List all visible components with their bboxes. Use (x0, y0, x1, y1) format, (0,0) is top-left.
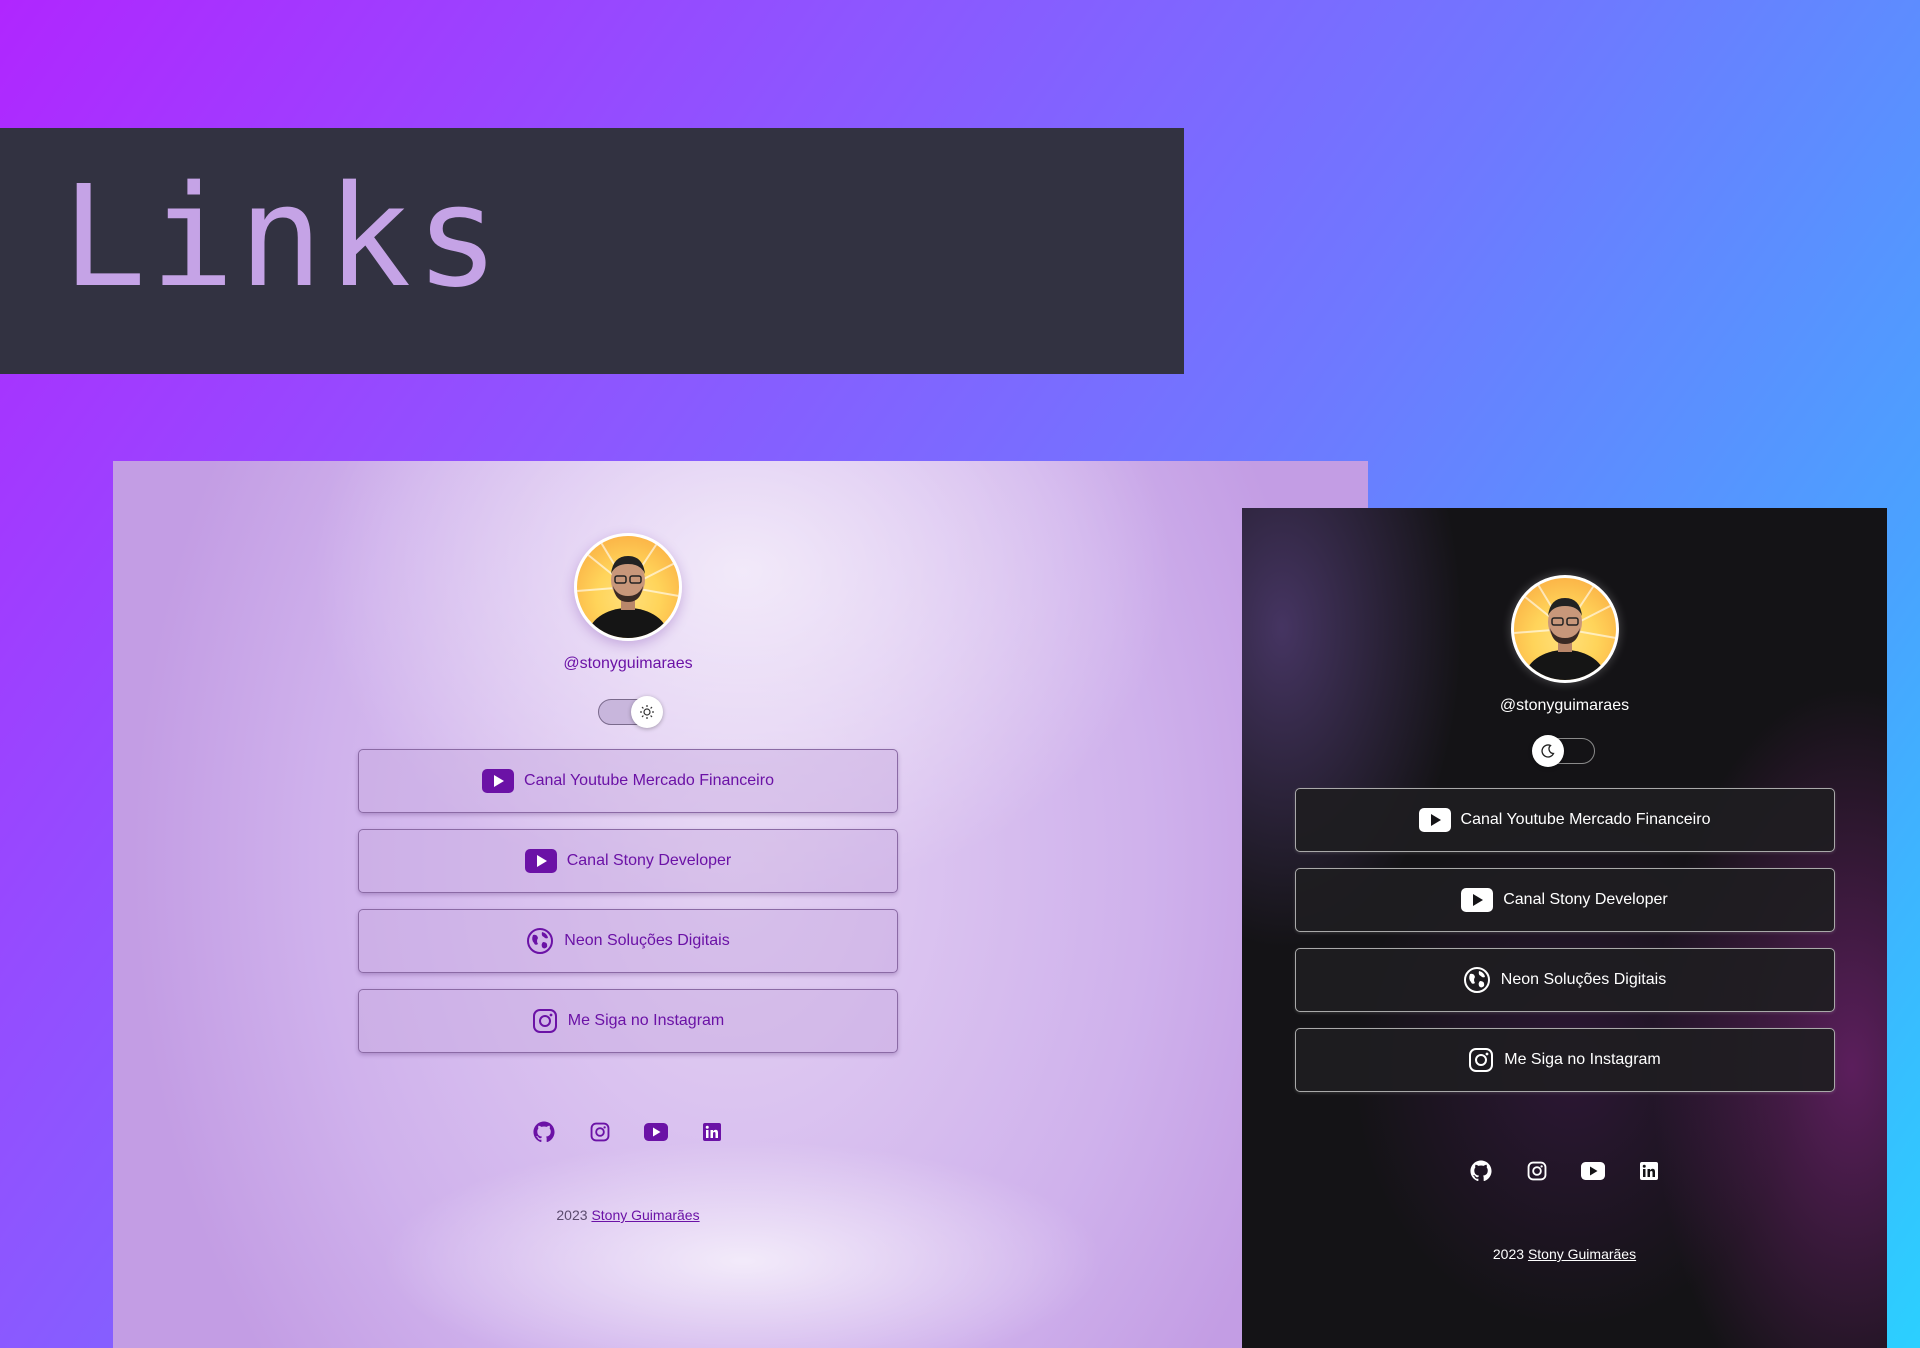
instagram-icon (532, 1008, 558, 1034)
link-neon-solucoes[interactable]: Neon Soluções Digitais (358, 909, 898, 973)
avatar (1510, 575, 1619, 683)
theme-toggle[interactable] (598, 696, 663, 728)
page-title: Links (62, 156, 504, 319)
profile-card: @stonyguimaraes Canal Youtube Mercado Fi… (1242, 508, 1887, 1262)
footer-year: 2023 (556, 1207, 588, 1223)
github-icon[interactable] (531, 1119, 557, 1145)
link-label: Canal Stony Developer (1503, 891, 1668, 908)
linkedin-icon[interactable] (699, 1119, 725, 1145)
sun-icon (631, 696, 663, 728)
footer: 2023 Stony Guimarães (1493, 1246, 1636, 1262)
youtube-icon[interactable] (643, 1119, 669, 1145)
title-banner: Links (0, 128, 1184, 374)
link-instagram[interactable]: Me Siga no Instagram (358, 989, 898, 1053)
link-label: Canal Stony Developer (566, 852, 732, 869)
youtube-icon[interactable] (1580, 1158, 1606, 1184)
footer-author-link[interactable]: Stony Guimarães (591, 1207, 699, 1223)
link-stony-developer[interactable]: Canal Stony Developer (1294, 868, 1835, 932)
globe-icon (1463, 966, 1491, 994)
social-icons (531, 1119, 725, 1145)
link-youtube-mercado-financeiro[interactable]: Canal Youtube Mercado Financeiro (1294, 788, 1835, 852)
avatar (574, 533, 682, 641)
link-list: Canal Youtube Mercado Financeiro Canal S… (358, 749, 898, 1053)
youtube-icon (482, 769, 515, 793)
globe-icon (526, 927, 554, 955)
moon-icon (1531, 735, 1564, 767)
link-label: Neon Soluções Digitais (564, 932, 730, 949)
light-theme-preview: @stonyguimaraes Canal Youtube Mercado Fi… (113, 461, 1368, 1348)
instagram-icon[interactable] (587, 1119, 613, 1145)
instagram-icon (1468, 1047, 1494, 1073)
youtube-icon (524, 849, 557, 873)
link-youtube-mercado-financeiro[interactable]: Canal Youtube Mercado Financeiro (358, 749, 898, 813)
link-neon-solucoes[interactable]: Neon Soluções Digitais (1294, 948, 1835, 1012)
profile-handle: @stonyguimaraes (1499, 697, 1630, 714)
youtube-icon (1461, 888, 1494, 912)
link-instagram[interactable]: Me Siga no Instagram (1294, 1028, 1835, 1092)
footer: 2023 Stony Guimarães (556, 1207, 699, 1223)
link-label: Me Siga no Instagram (1504, 1051, 1661, 1068)
instagram-icon[interactable] (1524, 1158, 1550, 1184)
youtube-icon (1418, 808, 1451, 832)
link-stony-developer[interactable]: Canal Stony Developer (358, 829, 898, 893)
link-label: Neon Soluções Digitais (1500, 971, 1667, 988)
linkedin-icon[interactable] (1636, 1158, 1662, 1184)
github-icon[interactable] (1468, 1158, 1494, 1184)
profile-card: @stonyguimaraes Canal Youtube Mercado Fi… (113, 461, 1143, 1223)
theme-toggle[interactable] (1531, 735, 1595, 767)
link-label: Me Siga no Instagram (567, 1012, 725, 1029)
footer-year: 2023 (1492, 1246, 1525, 1262)
link-label: Canal Youtube Mercado Financeiro (1460, 811, 1711, 828)
profile-handle: @stonyguimaraes (563, 655, 693, 672)
link-label: Canal Youtube Mercado Financeiro (524, 772, 774, 789)
footer-author-link[interactable]: Stony Guimarães (1528, 1246, 1636, 1262)
dark-theme-preview: @stonyguimaraes Canal Youtube Mercado Fi… (1242, 508, 1887, 1348)
social-icons (1468, 1158, 1662, 1184)
link-list: Canal Youtube Mercado Financeiro Canal S… (1294, 788, 1835, 1092)
